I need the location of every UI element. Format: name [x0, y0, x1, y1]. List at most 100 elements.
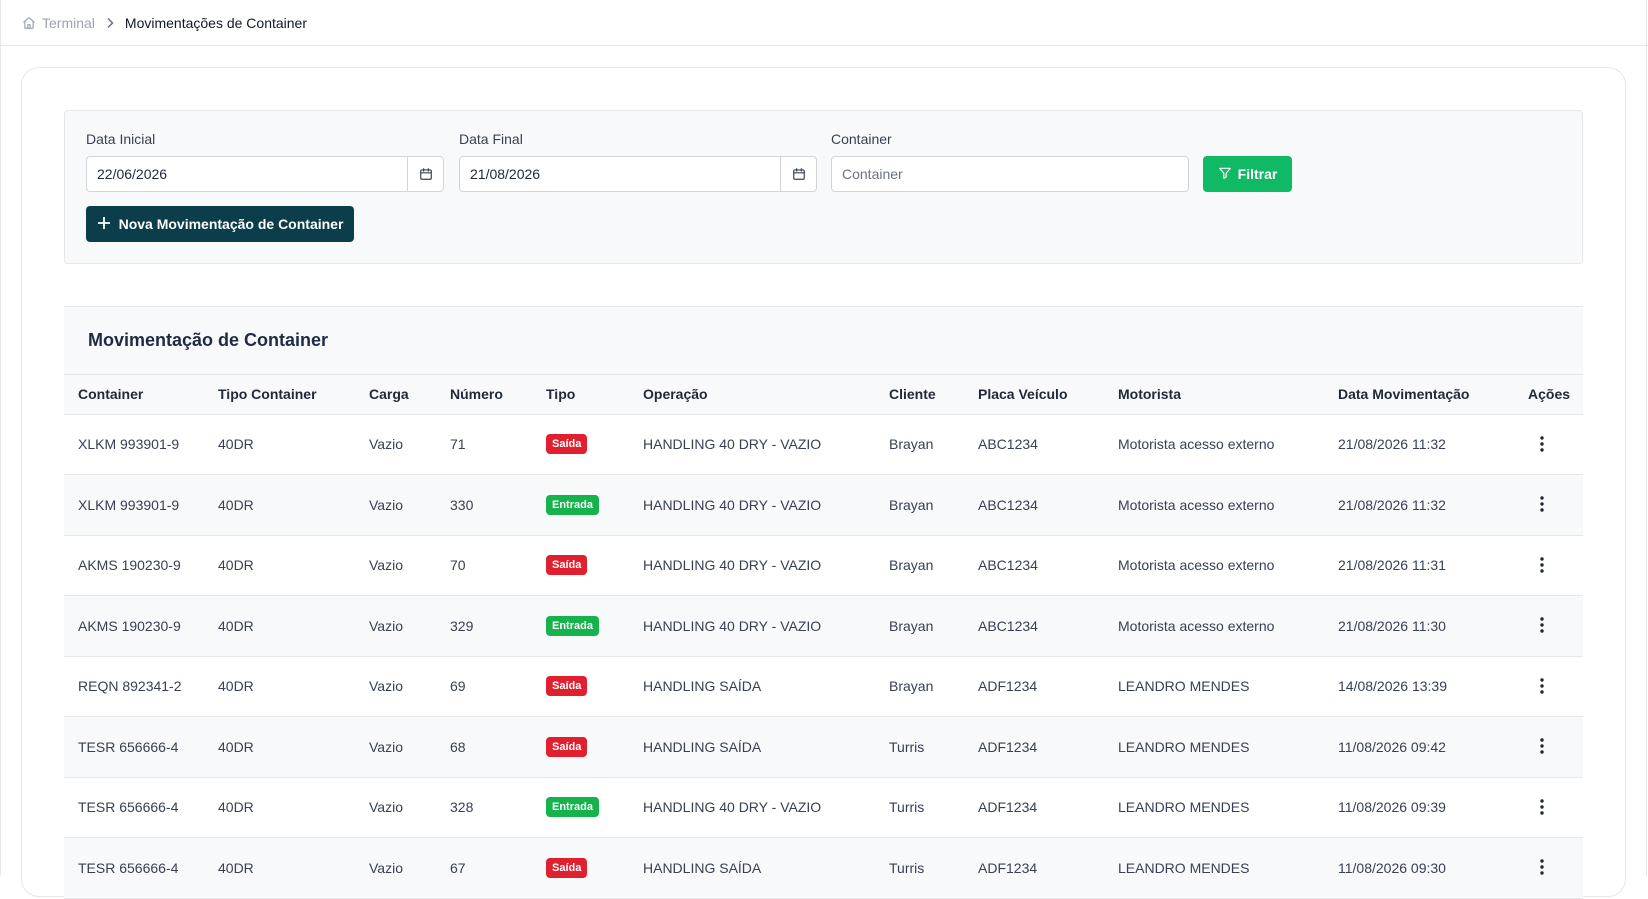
cell-date: 11/08/2026 09:39: [1324, 777, 1514, 838]
more-vertical-icon[interactable]: [1532, 494, 1552, 514]
more-vertical-icon[interactable]: [1532, 434, 1552, 454]
cell-driver: LEANDRO MENDES: [1104, 716, 1324, 778]
column-header[interactable]: Placa Veículo: [964, 375, 1104, 415]
cell-container-type: 40DR: [204, 777, 355, 838]
cell-container: TESR 656666-4: [64, 777, 204, 838]
column-header[interactable]: Cliente: [875, 375, 964, 415]
movements-table-section: Movimentação de Container Container Tipo…: [64, 306, 1583, 899]
cell-actions: [1514, 656, 1583, 717]
table-row[interactable]: XLKM 993901-9 40DR Vazio 330 Entrada HANDLING…: [64, 474, 1583, 536]
cell-date: 14/08/2026 13:39: [1324, 656, 1514, 717]
table-row[interactable]: TESR 656666-4 40DR Vazio 328 Entrada HANDLING…: [64, 777, 1583, 838]
movement-type-badge: Saída: [546, 736, 588, 757]
column-header[interactable]: Motorista: [1104, 375, 1324, 415]
cell-number: 329: [436, 595, 532, 657]
more-vertical-icon[interactable]: [1532, 615, 1552, 635]
calendar-icon[interactable]: [780, 157, 816, 191]
cell-plate: ADF1234: [964, 777, 1104, 838]
cell-date: 21/08/2026 11:32: [1324, 474, 1514, 536]
cell-client: Brayan: [875, 414, 964, 475]
column-header[interactable]: Container: [64, 375, 204, 415]
breadcrumb-terminal-link[interactable]: Terminal: [42, 15, 95, 31]
more-vertical-icon[interactable]: [1532, 857, 1552, 877]
more-vertical-icon[interactable]: [1532, 676, 1552, 696]
end-date-field[interactable]: [459, 156, 817, 192]
filter-icon: [1218, 166, 1232, 183]
table-row[interactable]: REQN 892341-2 40DR Vazio 69 Saída HANDLING SA…: [64, 656, 1583, 717]
more-vertical-icon[interactable]: [1532, 736, 1552, 756]
cell-client: Brayan: [875, 656, 964, 717]
cell-plate: ADF1234: [964, 837, 1104, 899]
column-header[interactable]: Carga: [355, 375, 436, 415]
cell-type: Saída: [532, 414, 629, 475]
end-date-input[interactable]: [460, 165, 780, 183]
cell-cargo: Vazio: [355, 474, 436, 536]
cell-driver: Motorista acesso externo: [1104, 535, 1324, 596]
cell-actions: [1514, 777, 1583, 838]
cell-container-type: 40DR: [204, 535, 355, 596]
calendar-icon[interactable]: [407, 157, 443, 191]
movement-type-badge: Entrada: [546, 494, 599, 515]
cell-type: Entrada: [532, 777, 629, 838]
cell-plate: ADF1234: [964, 656, 1104, 717]
start-date-field[interactable]: [86, 156, 444, 192]
column-header[interactable]: Tipo Container: [204, 375, 355, 415]
cell-operation: HANDLING 40 DRY - VAZIO: [629, 777, 875, 838]
cell-actions: [1514, 414, 1583, 475]
cell-operation: HANDLING 40 DRY - VAZIO: [629, 595, 875, 657]
cell-container: XLKM 993901-9: [64, 414, 204, 475]
cell-date: 21/08/2026 11:32: [1324, 414, 1514, 475]
new-container-movement-button[interactable]: Nova Movimentação de Container: [86, 206, 354, 242]
container-field[interactable]: [831, 156, 1189, 192]
table-row[interactable]: TESR 656666-4 40DR Vazio 67 Saída HANDLING SA…: [64, 837, 1583, 899]
column-header[interactable]: Data Movimentação: [1324, 375, 1514, 415]
cell-cargo: Vazio: [355, 777, 436, 838]
cell-container: AKMS 190230-9: [64, 535, 204, 596]
cell-type: Entrada: [532, 474, 629, 536]
cell-container-type: 40DR: [204, 595, 355, 657]
cell-cargo: Vazio: [355, 414, 436, 475]
chevron-right-icon: [103, 16, 117, 30]
filter-button[interactable]: Filtrar: [1203, 156, 1292, 192]
table-row[interactable]: AKMS 190230-9 40DR Vazio 329 Entrada HANDLING…: [64, 595, 1583, 657]
table-row[interactable]: TESR 656666-4 40DR Vazio 68 Saída HANDLING SA…: [64, 716, 1583, 778]
cell-number: 68: [436, 716, 532, 778]
cell-container: TESR 656666-4: [64, 837, 204, 899]
column-header[interactable]: Número: [436, 375, 532, 415]
cell-type: Saída: [532, 837, 629, 899]
cell-actions: [1514, 474, 1583, 536]
cell-operation: HANDLING 40 DRY - VAZIO: [629, 414, 875, 475]
cell-plate: ABC1234: [964, 595, 1104, 657]
cell-container: TESR 656666-4: [64, 716, 204, 778]
container-label: Container: [831, 131, 892, 147]
column-header[interactable]: Tipo: [532, 375, 629, 415]
cell-plate: ADF1234: [964, 716, 1104, 778]
table-row[interactable]: AKMS 190230-9 40DR Vazio 70 Saída HANDLING 40…: [64, 535, 1583, 596]
breadcrumb: Terminal Movimentações de Container: [0, 0, 1648, 46]
table-header-row: Container Tipo Container Carga Número Ti…: [64, 375, 1583, 415]
cell-container: AKMS 190230-9: [64, 595, 204, 657]
cell-driver: LEANDRO MENDES: [1104, 777, 1324, 838]
cell-driver: LEANDRO MENDES: [1104, 656, 1324, 717]
start-date-input[interactable]: [87, 165, 407, 183]
cell-cargo: Vazio: [355, 656, 436, 717]
cell-driver: LEANDRO MENDES: [1104, 837, 1324, 899]
table-row[interactable]: XLKM 993901-9 40DR Vazio 71 Saída HANDLING 40…: [64, 414, 1583, 475]
column-header[interactable]: Operação: [629, 375, 875, 415]
cell-type: Saída: [532, 535, 629, 596]
end-date-label: Data Final: [459, 131, 523, 147]
cell-cargo: Vazio: [355, 535, 436, 596]
container-input[interactable]: [832, 165, 1188, 183]
new-button-label: Nova Movimentação de Container: [118, 216, 344, 232]
home-icon[interactable]: [22, 16, 36, 30]
cell-client: Turris: [875, 777, 964, 838]
cell-plate: ABC1234: [964, 535, 1104, 596]
cell-cargo: Vazio: [355, 716, 436, 778]
more-vertical-icon[interactable]: [1532, 797, 1552, 817]
cell-date: 11/08/2026 09:30: [1324, 837, 1514, 899]
breadcrumb-current: Movimentações de Container: [124, 14, 308, 31]
cell-actions: [1514, 595, 1583, 657]
table-title: Movimentação de Container: [88, 330, 329, 350]
filter-button-label: Filtrar: [1237, 166, 1278, 182]
more-vertical-icon[interactable]: [1532, 555, 1552, 575]
